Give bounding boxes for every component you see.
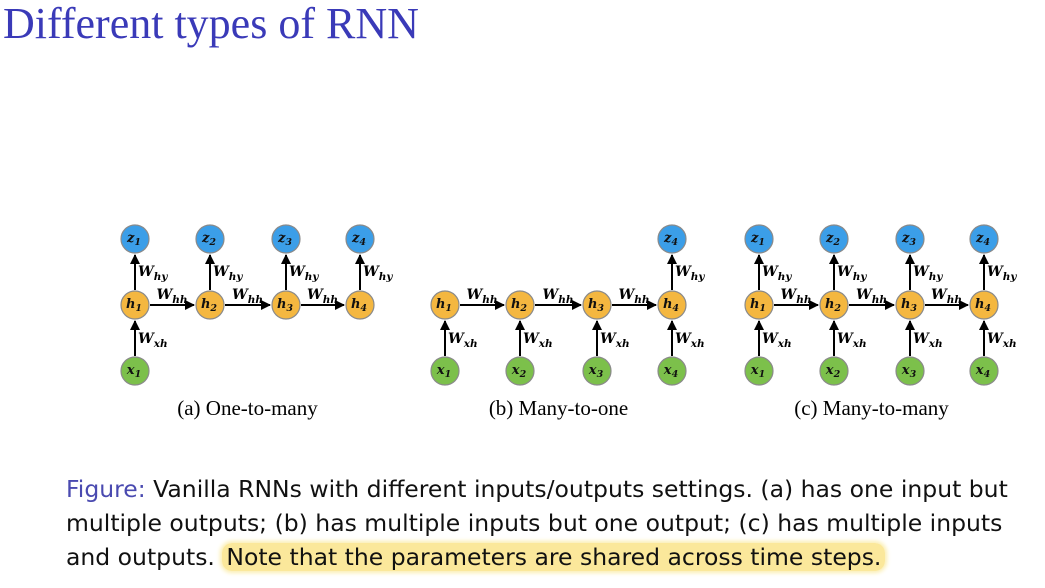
panel-c-whh-label-2: Whh [856,287,887,306]
panel-c-why-label-2: Why [837,264,867,283]
panel-c-h3-node: h3 [895,290,925,320]
panel-a-why-label-3: Why [289,264,319,283]
panel-a-h4-node: h4 [345,290,375,320]
panel-c-h1-node: h1 [744,290,774,320]
panel-c-x3-node: x3 [895,356,925,386]
panel-a-z2-node: z2 [195,224,225,254]
panel-a-z3-node: z3 [271,224,301,254]
panel-c-x2-node: x2 [819,356,849,386]
panel-a-why-label-1: Why [138,264,168,283]
panel-c-wxh-label-2: Wxh [837,331,867,350]
panel-a-x1-node: x1 [120,356,150,386]
panel-a-h3-node: h3 [271,290,301,320]
panel-a-wxh-label-1: Wxh [138,331,168,350]
panel-b-why-label-4: Why [675,264,705,283]
panel-c-wxh-label-4: Wxh [987,331,1017,350]
panel-b-wxh-label-4: Wxh [675,331,705,350]
panel-b-h2-node: h2 [505,290,535,320]
panel-c-z1-node: z1 [744,224,774,254]
panel-b-whh-label-1: Whh [467,287,498,306]
panel-a-label: (a) One-to-many [177,396,318,420]
panel-a-why-label-4: Why [363,264,393,283]
panel-b-label: (b) Many-to-one [489,396,628,420]
panel-b-h1-node: h1 [430,290,460,320]
panel-b-wxh-label-3: Wxh [600,331,630,350]
panel-b-z4-node: z4 [657,224,687,254]
panel-a-whh-label-3: Whh [307,287,338,306]
panel-a-whh-label-2: Whh [232,287,263,306]
panel-a-whh-label-1: Whh [157,287,188,306]
panel-b-whh-label-2: Whh [543,287,574,306]
panel-b-h3-node: h3 [582,290,612,320]
panel-c-z2-node: z2 [819,224,849,254]
panel-a-z1-node: z1 [120,224,150,254]
panel-c-z4-node: z4 [969,224,999,254]
panel-c-wxh-label-1: Wxh [762,331,792,350]
figure-caption: Figure: Vanilla RNNs with different inpu… [66,472,1041,574]
panel-a-h1-node: h1 [120,290,150,320]
panel-a-z4-node: z4 [345,224,375,254]
panel-a-why-label-2: Why [213,264,243,283]
panel-b-h4-node: h4 [657,290,687,320]
panel-b-x2-node: x2 [505,356,535,386]
panel-b-x4-node: x4 [657,356,687,386]
panel-b-x1-node: x1 [430,356,460,386]
panel-c-why-label-4: Why [987,264,1017,283]
panel-b-whh-label-3: Whh [619,287,650,306]
panel-b-wxh-label-2: Wxh [523,331,553,350]
panel-b-x3-node: x3 [582,356,612,386]
panel-c-label: (c) Many-to-many [794,396,949,420]
panel-c-whh-label-3: Whh [931,287,962,306]
panel-c-why-label-1: Why [762,264,792,283]
panel-c-x4-node: x4 [969,356,999,386]
panel-a-h2-node: h2 [195,290,225,320]
caption-highlight: Note that the parameters are shared acro… [222,543,886,571]
panel-c-h4-node: h4 [969,290,999,320]
panel-b-wxh-label-1: Wxh [448,331,478,350]
rnn-diagram: Whh Whh Whh Why Why Why Why Wxh z1 z2 z3 z4 h1 h2 h3 h4… [120,224,1017,420]
panel-c-x1-node: x1 [744,356,774,386]
caption-prefix: Figure: [66,475,146,503]
panel-c-wxh-label-3: Wxh [913,331,943,350]
panel-c-whh-label-1: Whh [781,287,812,306]
panel-c-why-label-3: Why [913,264,943,283]
panel-c-z3-node: z3 [895,224,925,254]
panel-c-h2-node: h2 [819,290,849,320]
